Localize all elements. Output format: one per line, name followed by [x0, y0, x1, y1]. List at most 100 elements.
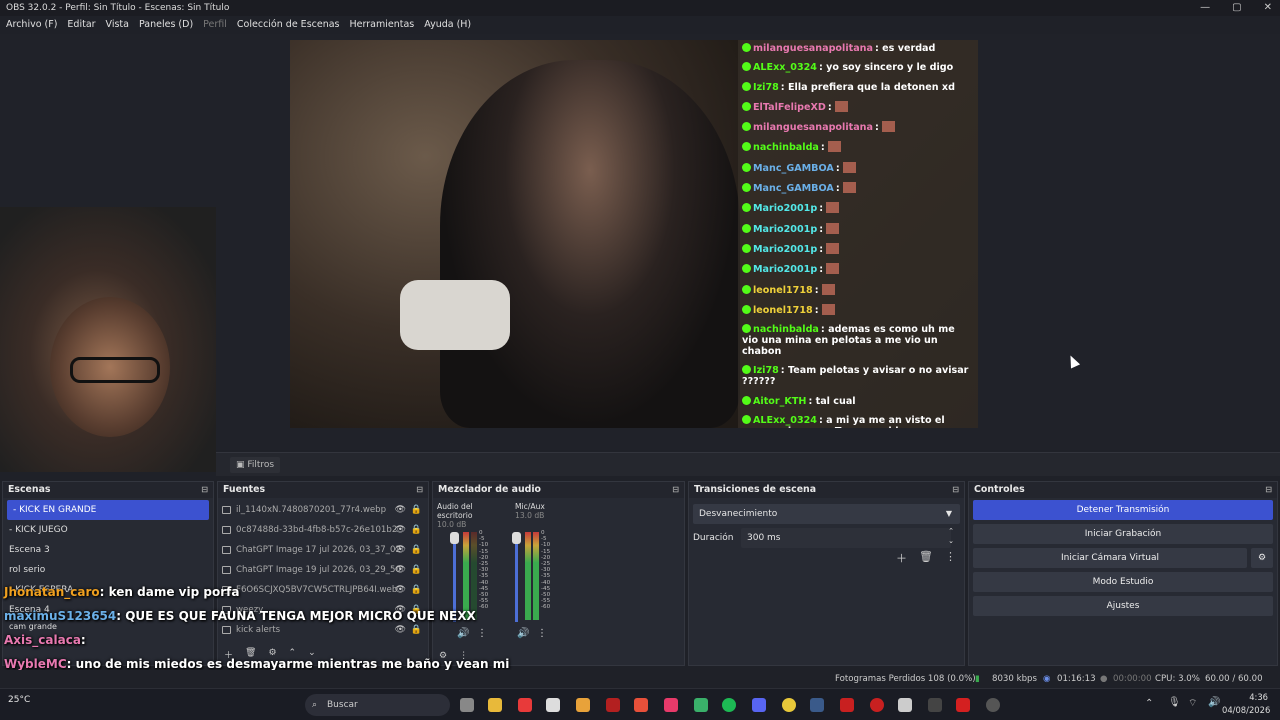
menu-coleccion-escenas[interactable]: Colección de Escenas: [237, 16, 340, 34]
visibility-icon[interactable]: 👁: [395, 540, 406, 560]
visibility-icon[interactable]: 👁: [395, 560, 406, 580]
netflix-icon[interactable]: [606, 698, 620, 712]
overlay-chat-text: : ken dame vip porfa: [99, 585, 240, 599]
menu-archivo[interactable]: Archivo (F): [6, 16, 57, 34]
source-item[interactable]: ChatGPT Image 19 jul 2026, 03_29_50 👁 🔒: [218, 560, 428, 580]
undock-icon[interactable]: ⊟: [201, 482, 208, 498]
clock-date[interactable]: 04/08/2026: [1222, 705, 1270, 715]
lock-icon[interactable]: 🔒: [411, 620, 422, 640]
transition-select[interactable]: Desvanecimiento ▼: [693, 504, 960, 524]
start-virtual-camera-button[interactable]: Iniciar Cámara Virtual: [973, 548, 1247, 568]
stop-stream-button[interactable]: Detener Transmisión: [973, 500, 1273, 520]
scene-item[interactable]: rol serio: [3, 560, 213, 580]
duration-stepper[interactable]: ⌃ ⌄: [948, 526, 954, 546]
scene-item[interactable]: - KICK EN GRANDE: [7, 500, 209, 520]
channel-menu-icon[interactable]: ⋮: [537, 628, 547, 639]
menu-ayuda[interactable]: Ayuda (H): [424, 16, 471, 34]
microphone-icon[interactable]: 🎙: [1168, 697, 1181, 708]
bitrate: 8030 kbps: [992, 674, 1037, 684]
add-transition-icon[interactable]: ＋: [896, 550, 907, 566]
speaker-icon[interactable]: 🔊: [457, 628, 469, 639]
gear-icon[interactable]: ⚙: [1251, 548, 1273, 568]
visibility-icon[interactable]: 👁: [395, 520, 406, 540]
duration-input[interactable]: 300 ms: [741, 528, 951, 548]
duration-label: Duración: [693, 533, 734, 543]
steam-icon[interactable]: [810, 698, 824, 712]
scene-item[interactable]: Escena 3: [3, 540, 213, 560]
app-icon[interactable]: [956, 698, 970, 712]
menu-editar[interactable]: Editar: [67, 16, 95, 34]
volume-fader[interactable]: [512, 532, 521, 622]
lock-icon[interactable]: 🔒: [411, 500, 422, 520]
undock-icon[interactable]: ⊟: [416, 482, 423, 498]
obs-icon[interactable]: [986, 698, 1000, 712]
studio-mode-button[interactable]: Modo Estudio: [973, 572, 1273, 592]
transition-menu-icon[interactable]: ⋮: [945, 550, 956, 566]
badge-icon: [742, 243, 751, 253]
source-item[interactable]: kick alerts 👁 🔒: [218, 620, 428, 640]
lock-icon[interactable]: 🔒: [411, 560, 422, 580]
fader-knob[interactable]: [512, 532, 521, 544]
emote-icon: [842, 161, 856, 173]
chat-message: ElTalFelipeXD:: [742, 100, 974, 113]
source-item[interactable]: ChatGPT Image 17 jul 2026, 03_37_02 👁 🔒: [218, 540, 428, 560]
maximize-button[interactable]: ▢: [1232, 0, 1241, 16]
menu-vista[interactable]: Vista: [106, 16, 129, 34]
fader-knob[interactable]: [450, 532, 459, 544]
sources-dock: Fuentes ⊟ il_1140xN.7480870201_77r4.webp…: [217, 481, 429, 666]
app-icon[interactable]: [546, 698, 560, 712]
spotify-icon[interactable]: [722, 698, 736, 712]
settings-button[interactable]: Ajustes: [973, 596, 1273, 616]
lock-icon[interactable]: 🔒: [411, 540, 422, 560]
weather-widget[interactable]: 25°C: [8, 695, 30, 705]
cpu-usage: CPU: 3.0%: [1155, 674, 1200, 684]
visibility-icon[interactable]: 👁: [395, 500, 406, 520]
remove-transition-icon[interactable]: 🗑: [919, 550, 933, 566]
visibility-icon[interactable]: 👁: [395, 580, 406, 600]
app-icon[interactable]: [634, 698, 648, 712]
app-icon[interactable]: [898, 698, 912, 712]
filters-button[interactable]: ▣ Filtros: [230, 457, 281, 473]
menu-paneles[interactable]: Paneles (D): [139, 16, 193, 34]
menu-herramientas[interactable]: Herramientas: [350, 16, 415, 34]
task-view-icon[interactable]: [460, 698, 474, 712]
lock-icon[interactable]: 🔒: [411, 580, 422, 600]
search-box[interactable]: ⌕ Buscar: [305, 694, 450, 716]
app-icon[interactable]: [664, 698, 678, 712]
chat-username: Mario2001p: [753, 264, 818, 276]
app-icon[interactable]: [840, 698, 854, 712]
file-explorer-icon[interactable]: [488, 698, 502, 712]
start-recording-button[interactable]: Iniciar Grabación: [973, 524, 1273, 544]
undock-icon[interactable]: ⊟: [1265, 482, 1272, 498]
scene-item[interactable]: - KICK JUEGO: [3, 520, 213, 540]
chrome-icon[interactable]: [782, 698, 796, 712]
app-icon[interactable]: [576, 698, 590, 712]
chat-message: Mario2001p:: [742, 202, 974, 214]
source-item[interactable]: F6O6SCJXQ5BV7CW5CTRLJPB64I.web 👁 🔒: [218, 580, 428, 600]
source-item[interactable]: il_1140xN.7480870201_77r4.webp 👁 🔒: [218, 500, 428, 520]
whatsapp-icon[interactable]: [694, 698, 708, 712]
menu-perfil[interactable]: Perfil: [203, 16, 227, 34]
clock-time[interactable]: 4:36: [1228, 692, 1268, 702]
scenes-title: Escenas: [8, 484, 51, 495]
stream-preview[interactable]: milanguesanapolitana: es verdad ALExx_032…: [290, 40, 978, 428]
close-button[interactable]: ✕: [1264, 0, 1272, 16]
signal-icon: ▮: [975, 674, 980, 684]
source-item[interactable]: 0c87488d-33bd-4fb8-b57c-26e101b2 👁 🔒: [218, 520, 428, 540]
channel-menu-icon[interactable]: ⋮: [477, 628, 487, 639]
volume-icon[interactable]: 🔊: [1208, 697, 1220, 708]
undock-icon[interactable]: ⊟: [952, 482, 959, 498]
chat-message: Aitor_KTH: tal cual: [742, 395, 974, 407]
wifi-icon[interactable]: ⌔: [1188, 697, 1197, 710]
app-icon[interactable]: [518, 698, 532, 712]
epic-games-icon[interactable]: [928, 698, 942, 712]
tray-chevron-icon[interactable]: ⌃: [1145, 698, 1153, 709]
opera-icon[interactable]: [870, 698, 884, 712]
minimize-button[interactable]: —: [1200, 0, 1210, 16]
lock-icon[interactable]: 🔒: [411, 520, 422, 540]
discord-icon[interactable]: [752, 698, 766, 712]
undock-icon[interactable]: ⊟: [672, 482, 679, 498]
transitions-toolbar: ＋ 🗑 ⋮: [896, 550, 956, 566]
speaker-icon[interactable]: 🔊: [517, 628, 529, 639]
visibility-icon[interactable]: 👁: [395, 620, 406, 640]
